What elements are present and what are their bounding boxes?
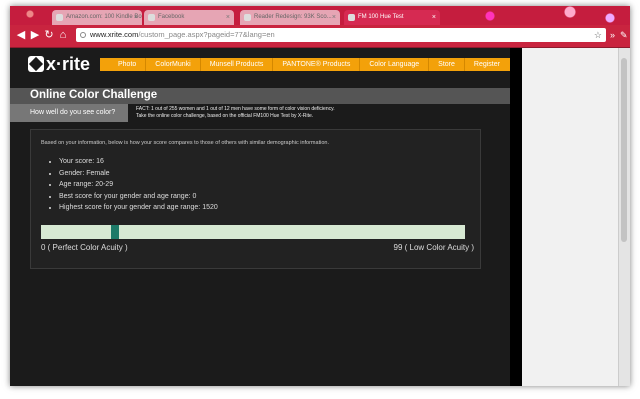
xrite-logo[interactable]: x·rite	[28, 54, 90, 75]
browser-window: Amazon.com: 100 Kindle Bo × Facebook × Rea…	[10, 6, 630, 386]
results-panel: Based on your information, below is how …	[30, 129, 481, 269]
tab-reader[interactable]: Reader Redesign: 93K Sco... ×	[240, 10, 340, 25]
reload-icon[interactable]: ↻	[42, 28, 56, 42]
extensions-chevron-icon[interactable]: »	[610, 28, 615, 42]
sub-header: How well do you see color? FACT: 1 out o…	[10, 104, 510, 122]
nav-photo[interactable]: Photo	[100, 58, 147, 71]
browser-toolbar: ◀ ▶ ↻ ⌂ www.xrite.com/custom_page.aspx?p…	[10, 25, 630, 48]
scrollbar[interactable]	[618, 48, 630, 386]
tab-amazon[interactable]: Amazon.com: 100 Kindle Bo ×	[52, 10, 142, 25]
tab-fm100[interactable]: FM 100 Hue Test ×	[344, 10, 440, 25]
list-item: Your score: 16	[59, 156, 218, 168]
nav-register[interactable]: Register	[465, 58, 509, 71]
close-tab-icon[interactable]: ×	[134, 10, 138, 25]
nav-munsell[interactable]: Munsell Products	[201, 58, 274, 71]
xrite-logo-icon	[28, 56, 44, 72]
score-marker	[110, 225, 119, 239]
favicon-icon	[244, 14, 251, 21]
scale-max-label: 99 ( Low Color Acuity )	[393, 243, 474, 252]
favicon-icon	[56, 14, 63, 21]
site-header: x·rite Photo ColorMunki Munsell Products…	[10, 48, 510, 82]
side-pane	[522, 48, 618, 386]
nav-store[interactable]: Store	[429, 58, 465, 71]
back-icon[interactable]: ◀	[14, 28, 28, 42]
tab-strip: Amazon.com: 100 Kindle Bo × Facebook × Rea…	[10, 6, 630, 25]
address-bar[interactable]: www.xrite.com/custom_page.aspx?pageid=77…	[76, 28, 606, 42]
page-title: Online Color Challenge	[30, 89, 158, 101]
list-item: Highest score for your gender and age ra…	[59, 202, 218, 214]
xrite-page: x·rite Photo ColorMunki Munsell Products…	[10, 48, 510, 386]
results-intro: Based on your information, below is how …	[41, 140, 329, 146]
fact-text: FACT: 1 out of 255 women and 1 out of 12…	[136, 106, 335, 119]
forward-icon[interactable]: ▶	[28, 28, 42, 42]
list-item: Gender: Female	[59, 168, 218, 180]
score-scale-bar	[41, 225, 465, 239]
page-gutter	[510, 48, 522, 386]
page-banner: Online Color Challenge	[10, 88, 510, 104]
list-item: Age range: 20-29	[59, 179, 218, 191]
nav-pantone[interactable]: PANTONE® Products	[273, 58, 361, 71]
bookmark-star-icon[interactable]: ☆	[594, 28, 602, 42]
favicon-icon	[348, 14, 355, 21]
results-list: Your score: 16 Gender: Female Age range:…	[41, 156, 218, 214]
tab-facebook[interactable]: Facebook ×	[144, 10, 234, 25]
wrench-icon[interactable]: ✎	[620, 28, 628, 42]
page-info-icon	[80, 32, 86, 38]
favicon-icon	[148, 14, 155, 21]
scrollbar-thumb[interactable]	[621, 58, 627, 242]
close-tab-icon[interactable]: ×	[432, 10, 436, 25]
scale-min-label: 0 ( Perfect Color Acuity )	[41, 243, 128, 252]
list-item: Best score for your gender and age range…	[59, 191, 218, 203]
viewport: x·rite Photo ColorMunki Munsell Products…	[10, 48, 630, 386]
main-nav: Photo ColorMunki Munsell Products PANTON…	[100, 58, 510, 71]
home-icon[interactable]: ⌂	[56, 28, 70, 42]
question-label: How well do you see color?	[10, 104, 128, 122]
close-tab-icon[interactable]: ×	[332, 10, 336, 25]
nav-color-language[interactable]: Color Language	[360, 58, 430, 71]
nav-colormunki[interactable]: ColorMunki	[146, 58, 201, 71]
close-tab-icon[interactable]: ×	[226, 10, 230, 25]
